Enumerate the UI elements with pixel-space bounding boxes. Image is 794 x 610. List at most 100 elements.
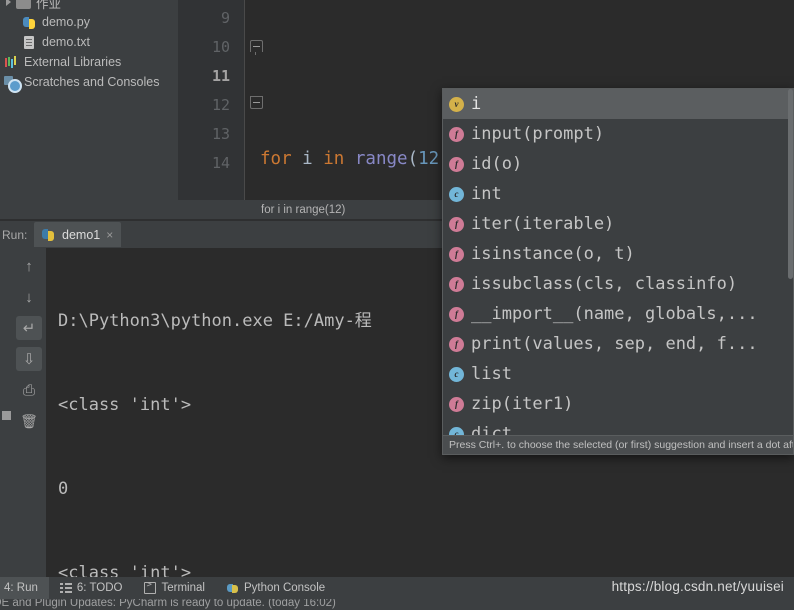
autocomplete-item-input[interactable]: f input(prompt) [443,119,793,149]
tree-item-label: demo.py [42,15,90,29]
line-number-current: 11 [211,67,230,85]
autocomplete-item-zip[interactable]: f zip(iter1) [443,389,793,419]
pycharm-window: 作业 demo.py demo.txt External Libraries S… [0,0,794,610]
status-item-label: Python Console [243,582,326,594]
line-number: 10 [211,38,230,56]
tree-item-label: demo.txt [42,35,90,49]
down-arrow-icon[interactable]: ↓ [16,285,42,309]
print-glyph: ⎙ [22,381,35,399]
run-window-label: Run: [2,227,28,242]
autocomplete-item-list[interactable]: c list [443,359,793,389]
autocomplete-item-isinstance[interactable]: f isinstance(o, t) [443,239,793,269]
function-badge-icon: f [449,126,464,142]
console-toolbar: ↑ ↓ ↵ ⇩ ⎙ 🗑 [12,248,46,577]
function-badge-icon: f [449,156,464,172]
autocomplete-item-import[interactable]: f __import__(name, globals,... [443,299,793,329]
soft-wrap-glyph: ↵ [22,320,36,337]
run-tab-label: demo1 [62,227,101,242]
gutter-divider [244,0,245,200]
watermark: https://blog.csdn.net/yuuisei [611,579,784,594]
terminal-icon [144,580,157,594]
autocomplete-item-i[interactable]: v i [443,89,793,119]
project-tree-pane: 作业 demo.py demo.txt External Libraries S… [0,0,178,219]
chevron-right-icon[interactable] [4,0,14,7]
function-badge-icon: f [449,216,464,232]
autocomplete-popup[interactable]: v i f input(prompt) f id(o) c int f iter… [442,88,794,455]
todo-icon [59,582,72,594]
tree-item-label: External Libraries [24,55,122,69]
stop-button-icon[interactable] [2,411,11,420]
function-badge-icon: f [449,396,464,412]
close-icon[interactable]: × [106,228,113,242]
autocomplete-hint: Press Ctrl+. to choose the selected (or … [443,435,793,454]
autocomplete-label: __import__(name, globals,... [471,304,758,324]
token-keyword-for: for [260,149,292,169]
print-icon[interactable]: ⎙ [16,378,42,402]
autocomplete-label: isinstance(o, t) [471,244,635,264]
function-badge-icon: f [449,276,464,292]
autocomplete-label: input(prompt) [471,124,605,144]
autocomplete-item-id[interactable]: f id(o) [443,149,793,179]
autocomplete-item-issubclass[interactable]: f issubclass(cls, classinfo) [443,269,793,299]
autocomplete-item-int[interactable]: c int [443,179,793,209]
soft-wrap-icon[interactable]: ↵ [16,316,42,340]
autocomplete-label: iter(iterable) [471,214,615,234]
clear-all-icon[interactable]: 🗑 [16,409,42,433]
console-line: 0 [58,479,69,499]
status-item-run[interactable]: 4: Run [0,577,49,599]
status-item-terminal[interactable]: Terminal [133,577,215,599]
tree-item-demo-txt[interactable]: demo.txt [0,32,178,52]
status-item-label: 6: TODO [76,582,123,594]
line-number: 13 [211,125,230,143]
function-badge-icon: f [449,246,464,262]
autocomplete-label: zip(iter1) [471,394,574,414]
notification-text: IDE and Plugin Updates: PyCharm is ready… [0,599,336,609]
token-fn-range: range [354,149,408,169]
run-tab-demo1[interactable]: demo1 × [34,222,122,247]
run-left-strip [0,248,12,577]
up-arrow-glyph: ↑ [25,257,33,275]
class-badge-icon: c [449,366,464,382]
status-item-label: Terminal [161,582,205,594]
line-number: 12 [211,96,230,114]
autocomplete-list[interactable]: v i f input(prompt) f id(o) c int f iter… [443,89,793,449]
tree-item-scratches-and-consoles[interactable]: Scratches and Consoles [0,72,178,93]
editor-gutter[interactable]: 9 10 11 12 13 14 [178,0,244,200]
notification-bar[interactable]: IDE and Plugin Updates: PyCharm is ready… [0,599,794,610]
status-item-label: 4: Run [4,582,38,594]
status-item-todo[interactable]: 6: TODO [49,577,134,599]
tree-item-label: 作业 [36,0,62,11]
function-badge-icon: f [449,306,464,322]
trash-glyph: 🗑 [20,412,38,429]
text-file-icon [22,35,37,50]
token-paren-open: ( [407,149,419,169]
token-keyword-in: in [323,149,345,169]
autocomplete-label: print(values, sep, end, f... [471,334,758,354]
python-console-icon [226,582,239,594]
console-line: <class 'int'> [58,563,192,577]
line-number: 14 [211,154,230,172]
tree-item-demo-py[interactable]: demo.py [0,12,178,32]
python-file-icon [22,15,37,30]
tree-item-external-libraries[interactable]: External Libraries [0,52,178,72]
breadcrumb-segment[interactable]: for i in range(12) [261,204,345,216]
autocomplete-item-iter[interactable]: f iter(iterable) [443,209,793,239]
library-icon [4,55,19,70]
autocomplete-item-print[interactable]: f print(values, sep, end, f... [443,329,793,359]
token-number-12: 12 [418,149,440,169]
down-arrow-glyph: ↓ [25,288,33,306]
scrollbar-thumb[interactable] [788,89,793,279]
python-file-icon [42,228,56,242]
scroll-to-end-icon[interactable]: ⇩ [16,347,42,371]
tree-item-folder[interactable]: 作业 [0,0,178,12]
autocomplete-label: i [471,94,482,114]
function-badge-icon: f [449,336,464,352]
autocomplete-label: issubclass(cls, classinfo) [471,274,738,294]
status-item-python-console[interactable]: Python Console [216,577,336,599]
autocomplete-label: list [471,364,512,384]
popup-scrollbar[interactable] [788,89,793,454]
variable-badge-icon: v [449,96,464,112]
up-arrow-icon[interactable]: ↑ [16,254,42,278]
token-var-i: i [302,149,313,169]
